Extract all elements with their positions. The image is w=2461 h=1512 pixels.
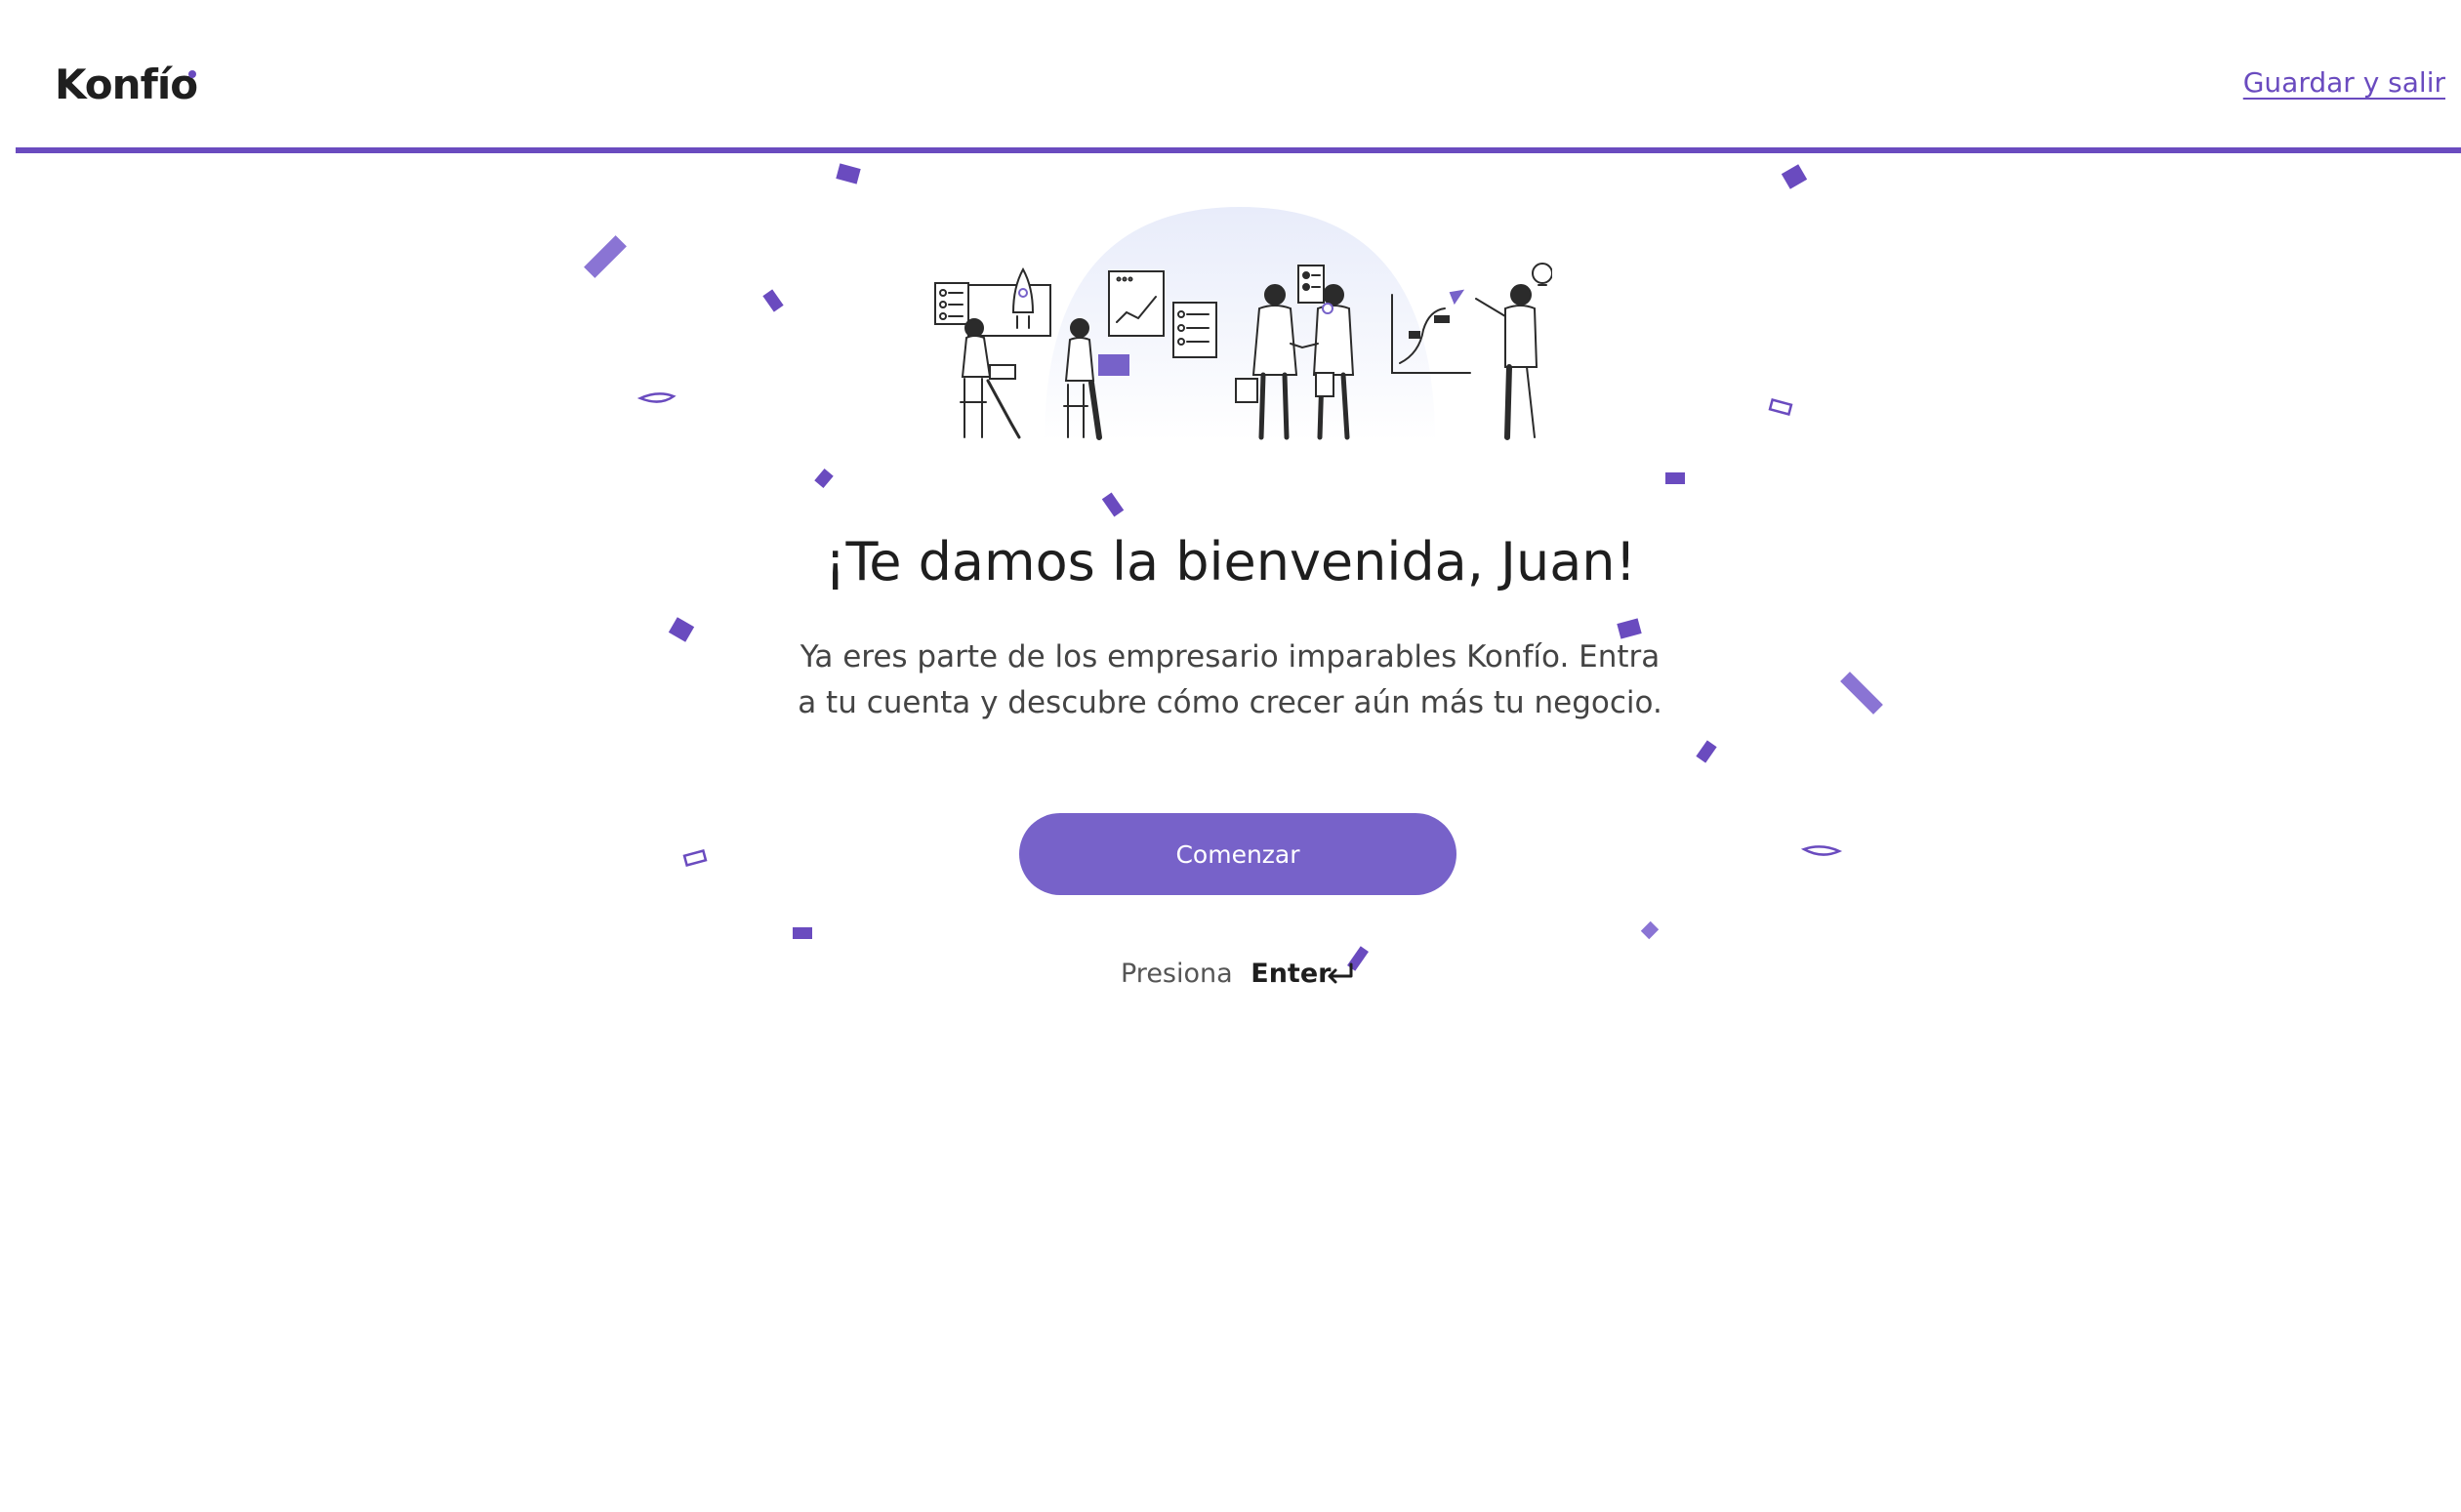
enter-hint: Presiona Enter [1121,959,1331,989]
logo-dot [188,70,196,78]
confetti-piece [1696,740,1717,763]
progress-bar [16,147,2461,153]
confetti-piece [584,235,627,278]
confetti-piece [668,617,695,642]
confetti-piece [814,469,834,488]
enter-return-icon [1328,962,1353,984]
hint-key: Enter [1251,959,1332,989]
confetti-piece [1768,398,1793,416]
confetti-piece [1781,164,1808,189]
hint-prefix: Presiona [1121,959,1233,989]
top-bar: Konfío Guardar y salir [0,0,2461,156]
team-collaboration-illustration [934,207,1552,441]
welcome-title: ¡Te damos la bienvenida, Juan! [824,531,1637,593]
welcome-description: Ya eres parte de los empresario imparabl… [798,639,1662,720]
confetti-piece [1840,672,1883,715]
confetti-piece [793,927,812,939]
confetti-piece [762,289,784,312]
confetti-piece [1640,920,1660,940]
confetti-piece [1800,845,1843,856]
start-button[interactable]: Comenzar [1019,813,1456,895]
confetti-piece [1665,472,1685,484]
save-and-exit-link[interactable]: Guardar y salir [2243,66,2445,99]
confetti-piece [682,849,708,867]
konfio-logo: Konfío [55,61,198,108]
confetti-piece [1101,492,1125,517]
confetti-piece [836,163,861,184]
confetti-piece [636,392,677,403]
